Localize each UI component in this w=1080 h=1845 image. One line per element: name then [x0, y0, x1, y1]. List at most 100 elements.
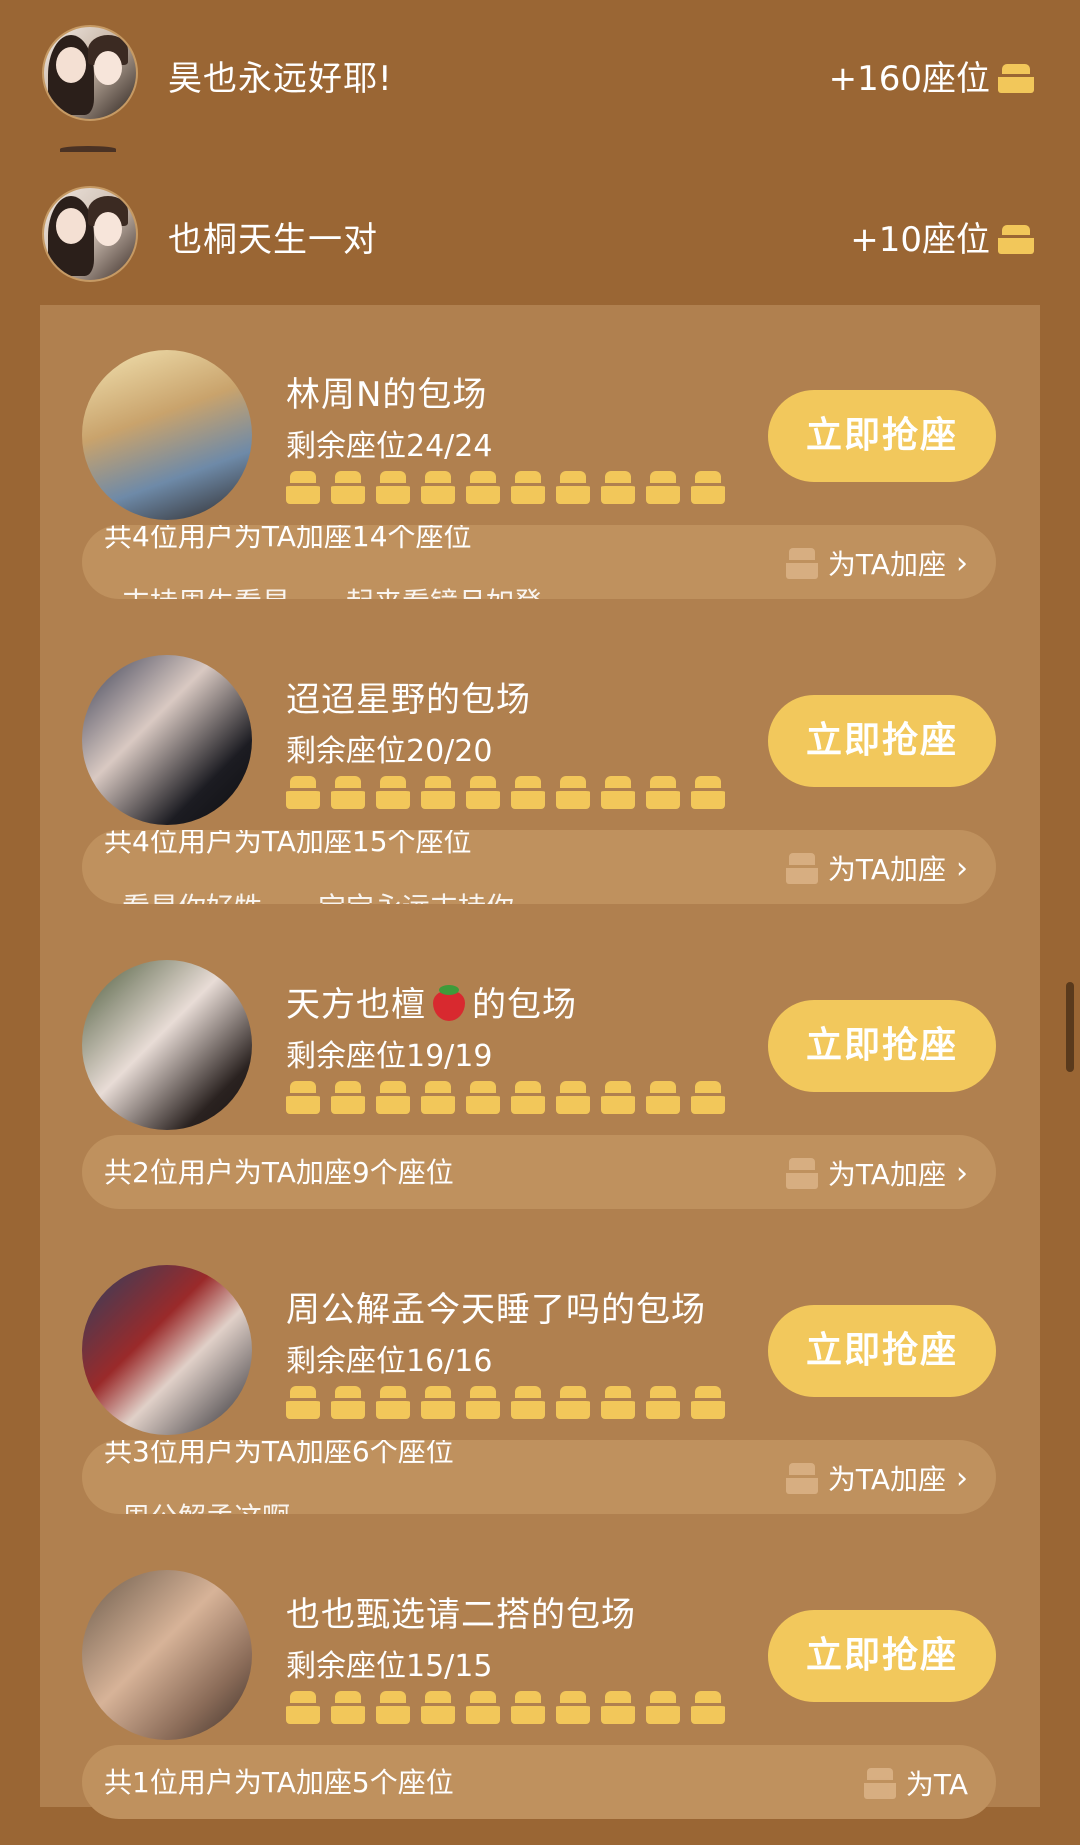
add-seat-icon — [785, 548, 818, 579]
scrollbar[interactable] — [1066, 982, 1074, 1072]
remaining-seats: 剩余座位24/24 — [286, 429, 493, 464]
chevron-right-icon: › — [956, 1155, 968, 1191]
seat-icon — [646, 1384, 680, 1419]
avatar — [82, 350, 252, 520]
seat-icon — [421, 1384, 455, 1419]
seat-icon — [601, 774, 635, 809]
booking-card: 周公解孟今天睡了吗的包场 剩余座位16/16 立即抢座 共3位用户为TA加座6个… — [40, 1240, 1040, 1540]
fan-row-1[interactable]: 昊也永远好耶! +160座位 — [0, 15, 1080, 125]
booking-card: 林周N的包场 剩余座位24/24 立即抢座 共4位用户为TA加座14个座位 支持… — [40, 325, 1040, 625]
seat-icon — [466, 1079, 500, 1114]
seat-icon — [556, 1689, 590, 1724]
seat-icon — [646, 1689, 680, 1724]
seat-icon — [286, 1079, 320, 1114]
add-seat-summary: 共1位用户为TA加座5个座位 — [104, 1766, 454, 1799]
seat-icon — [646, 774, 680, 809]
seat-row — [286, 1689, 725, 1724]
seat-icon — [691, 1079, 725, 1114]
seat-icon — [376, 774, 410, 809]
seat-count: +160座位 — [829, 51, 1034, 100]
booking-title: 迢迢星野的包场 — [286, 680, 531, 720]
add-seat-summary: 共4位用户为TA加座14个座位 — [104, 525, 472, 553]
seat-icon — [646, 469, 680, 504]
seat-icon — [331, 774, 365, 809]
remaining-seats: 剩余座位19/19 — [286, 1039, 493, 1074]
seat-icon — [646, 1079, 680, 1114]
seat-icon — [376, 1079, 410, 1114]
seat-icon — [601, 469, 635, 504]
grab-seat-button[interactable]: 立即抢座 — [768, 1610, 996, 1702]
add-seat-bar[interactable]: 共1位用户为TA加座5个座位 为TA — [82, 1745, 996, 1819]
seat-icon — [331, 1079, 365, 1114]
seat-icon — [421, 469, 455, 504]
seat-icon — [511, 774, 545, 809]
seat-icon — [376, 1689, 410, 1724]
add-seat-bar[interactable]: 共4位用户为TA加座14个座位 支持周生看星…一起来看镜月如登 为TA加座 › — [82, 525, 996, 599]
chevron-right-icon: › — [956, 850, 968, 886]
seat-icon — [511, 1384, 545, 1419]
remaining-seats: 剩余座位20/20 — [286, 734, 493, 769]
avatar — [82, 1265, 252, 1435]
booking-title: 天方也檀 的包场 — [286, 977, 577, 1026]
chevron-right-icon: › — [956, 545, 968, 581]
add-seat-icon — [785, 1158, 818, 1189]
booking-card: 迢迢星野的包场 剩余座位20/20 立即抢座 共4位用户为TA加座15个座位 看… — [40, 630, 1040, 930]
booking-list: 林周N的包场 剩余座位24/24 立即抢座 共4位用户为TA加座14个座位 支持… — [40, 305, 1040, 1819]
seat-icon — [691, 1384, 725, 1419]
seat-icon — [286, 469, 320, 504]
seat-icon — [691, 469, 725, 504]
seat-icon — [286, 774, 320, 809]
strawberry-emoji — [430, 983, 468, 1021]
seat-icon — [556, 774, 590, 809]
add-seat-bar[interactable]: 共4位用户为TA加座15个座位 看是你好牲……宝宝永远支持你 为TA加座 › — [82, 830, 996, 904]
grab-seat-button[interactable]: 立即抢座 — [768, 1305, 996, 1397]
seat-icon — [376, 1384, 410, 1419]
avatar — [60, 146, 116, 152]
seat-icon — [421, 774, 455, 809]
grab-seat-button[interactable]: 立即抢座 — [768, 390, 996, 482]
booking-title: 林周N的包场 — [286, 375, 488, 415]
add-seat-link[interactable]: 为TA加座 › — [785, 848, 968, 888]
seat-icon — [511, 1689, 545, 1724]
seat-icon — [466, 774, 500, 809]
seat-row — [286, 469, 725, 504]
scrolling-message: 看是你好牲……宝宝永远支持你 — [122, 886, 514, 904]
seat-icon — [331, 1384, 365, 1419]
seat-icon — [511, 1079, 545, 1114]
booking-title: 周公解孟今天睡了吗的包场 — [286, 1290, 706, 1330]
seat-icon — [691, 774, 725, 809]
seat-icon — [601, 1079, 635, 1114]
fan-row-2[interactable]: 也桐天生一对 +10座位 — [0, 176, 1080, 286]
grab-seat-button[interactable]: 立即抢座 — [768, 695, 996, 787]
seat-row — [286, 1079, 725, 1114]
avatar — [42, 25, 138, 121]
add-seat-link[interactable]: 为TA加座 › — [785, 543, 968, 583]
seat-icon — [998, 221, 1034, 254]
add-seat-summary: 共3位用户为TA加座6个座位 — [104, 1440, 454, 1468]
add-seat-link[interactable]: 为TA加座 › — [785, 1458, 968, 1498]
add-seat-bar[interactable]: 共2位用户为TA加座9个座位 为TA加座 › — [82, 1135, 996, 1209]
add-seat-icon — [863, 1768, 896, 1799]
add-seat-bar[interactable]: 共3位用户为TA加座6个座位 周公解孟这啊 为TA加座 › — [82, 1440, 996, 1514]
seat-icon — [556, 1384, 590, 1419]
add-seat-summary: 共2位用户为TA加座9个座位 — [104, 1156, 454, 1189]
grab-seat-button[interactable]: 立即抢座 — [768, 1000, 996, 1092]
booking-title: 也也甄选请二搭的包场 — [286, 1595, 636, 1635]
seat-icon — [331, 469, 365, 504]
seat-icon — [286, 1689, 320, 1724]
add-seat-link[interactable]: 为TA — [863, 1763, 968, 1803]
scrolling-message: 周公解孟这啊 — [122, 1496, 290, 1514]
seat-icon — [691, 1689, 725, 1724]
avatar — [82, 1570, 252, 1740]
seat-count: +10座位 — [850, 212, 1034, 261]
add-seat-icon — [785, 1463, 818, 1494]
remaining-seats: 剩余座位16/16 — [286, 1344, 493, 1379]
seat-icon — [556, 469, 590, 504]
avatar — [82, 655, 252, 825]
seat-icon — [601, 1384, 635, 1419]
seat-icon — [511, 469, 545, 504]
add-seat-link[interactable]: 为TA加座 › — [785, 1153, 968, 1193]
seat-icon — [376, 469, 410, 504]
seat-icon — [286, 1384, 320, 1419]
seat-row — [286, 774, 725, 809]
